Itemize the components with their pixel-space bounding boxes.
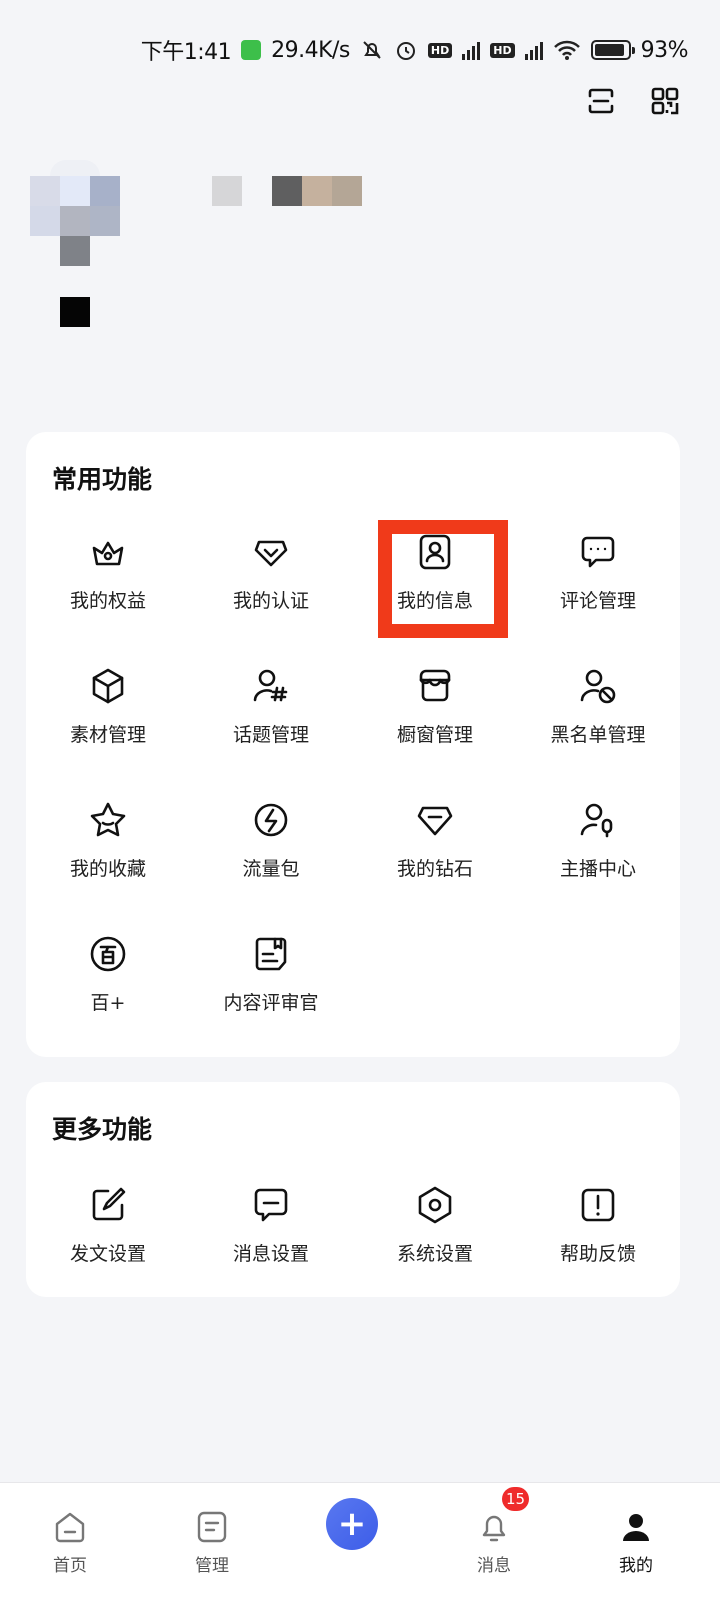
status-bar: 下午1:41 29.4K/s HD HD 93% bbox=[0, 30, 720, 70]
function-label: 我的权益 bbox=[69, 590, 146, 612]
hd-badge: HD bbox=[427, 42, 453, 58]
function-label: 我的信息 bbox=[396, 590, 473, 612]
profile-header[interactable] bbox=[30, 160, 690, 360]
bell-icon bbox=[482, 1515, 506, 1542]
top-actions bbox=[586, 86, 680, 116]
function-label: 我的收藏 bbox=[69, 858, 146, 880]
bai-plus-icon bbox=[90, 936, 126, 972]
function-label: 帮助反馈 bbox=[559, 1243, 636, 1265]
qr-code-icon[interactable] bbox=[650, 86, 680, 116]
nav-messages-label: 消息 bbox=[477, 1556, 511, 1576]
star-icon bbox=[90, 802, 126, 837]
function-bai-plus[interactable]: 百+ bbox=[26, 934, 190, 1044]
function-id-card[interactable]: 我的信息 bbox=[353, 532, 517, 642]
user-mic-icon bbox=[580, 803, 613, 838]
function-message[interactable]: 消息设置 bbox=[189, 1185, 353, 1295]
nav-home[interactable]: 首页 bbox=[20, 1483, 120, 1576]
nav-home-label: 首页 bbox=[53, 1556, 87, 1576]
message-icon bbox=[254, 1188, 288, 1222]
signal-icon bbox=[462, 40, 481, 60]
function-label: 我的认证 bbox=[232, 590, 309, 612]
comment-icon bbox=[581, 536, 615, 568]
signal-icon-2 bbox=[524, 40, 543, 60]
function-label: 流量包 bbox=[242, 858, 300, 880]
function-label: 评论管理 bbox=[559, 590, 636, 612]
bell-muted-icon bbox=[363, 41, 381, 59]
more-functions-card: 更多功能 发文设置 消息设置 系统设置 帮助反馈 bbox=[26, 1082, 680, 1297]
id-card-icon bbox=[419, 534, 451, 570]
diamond-icon bbox=[417, 806, 453, 836]
lightning-icon bbox=[254, 803, 288, 837]
function-label: 素材管理 bbox=[69, 724, 146, 746]
function-edit[interactable]: 发文设置 bbox=[26, 1185, 190, 1295]
function-label: 发文设置 bbox=[69, 1243, 146, 1265]
function-shield-check[interactable]: 我的认证 bbox=[189, 532, 353, 642]
function-star[interactable]: 我的收藏 bbox=[26, 800, 190, 910]
manage-icon bbox=[197, 1511, 227, 1543]
function-label: 系统设置 bbox=[396, 1243, 473, 1265]
crown-icon bbox=[92, 541, 124, 566]
nav-mine[interactable]: 我的 bbox=[586, 1483, 686, 1576]
wifi-icon bbox=[553, 40, 580, 60]
function-comment[interactable]: 评论管理 bbox=[516, 532, 680, 642]
nav-mine-label: 我的 bbox=[619, 1556, 653, 1576]
function-hexagon-settings[interactable]: 系统设置 bbox=[353, 1185, 517, 1295]
common-functions-title: 常用功能 bbox=[52, 465, 153, 494]
function-exclamation[interactable]: 帮助反馈 bbox=[516, 1185, 680, 1295]
function-label: 话题管理 bbox=[232, 724, 309, 746]
function-label: 黑名单管理 bbox=[550, 724, 646, 746]
function-crown[interactable]: 我的权益 bbox=[26, 532, 190, 642]
function-store[interactable]: 橱窗管理 bbox=[353, 666, 517, 776]
battery-percent: 93% bbox=[640, 37, 689, 63]
function-user-block[interactable]: 黑名单管理 bbox=[516, 666, 680, 776]
function-label: 橱窗管理 bbox=[396, 724, 473, 746]
messages-badge: 15 bbox=[502, 1487, 530, 1511]
cube-icon bbox=[92, 668, 124, 704]
function-user-hashtag[interactable]: 话题管理 bbox=[189, 666, 353, 776]
hd-badge-2: HD bbox=[490, 42, 515, 58]
function-label: 百+ bbox=[90, 992, 126, 1014]
shield-check-icon bbox=[254, 540, 288, 567]
alarm-icon bbox=[396, 42, 415, 60]
document-icon bbox=[255, 937, 287, 971]
status-time: 下午1:41 bbox=[140, 40, 232, 65]
bottom-nav: 首页 管理 + 消息 15 我的 bbox=[0, 1482, 720, 1600]
nav-messages[interactable]: 消息 bbox=[444, 1483, 544, 1576]
more-functions-title: 更多功能 bbox=[52, 1115, 153, 1144]
function-label: 内容评审官 bbox=[223, 992, 319, 1014]
user-icon bbox=[623, 1514, 649, 1541]
function-diamond[interactable]: 我的钻石 bbox=[353, 800, 517, 910]
nav-manage[interactable]: 管理 bbox=[162, 1483, 262, 1576]
store-icon bbox=[419, 669, 451, 702]
level-badge-blurred bbox=[60, 297, 90, 327]
function-label: 我的钻石 bbox=[396, 858, 473, 880]
function-label: 主播中心 bbox=[559, 858, 636, 880]
scan-icon[interactable] bbox=[586, 86, 616, 116]
user-hashtag-icon bbox=[253, 669, 288, 702]
function-document[interactable]: 内容评审官 bbox=[189, 934, 353, 1044]
home-icon bbox=[55, 1512, 85, 1543]
hexagon-settings-icon bbox=[418, 1186, 452, 1224]
app-notification-icon bbox=[241, 40, 262, 60]
nav-manage-label: 管理 bbox=[195, 1556, 229, 1576]
network-speed: 29.4K/s bbox=[271, 37, 350, 63]
function-lightning[interactable]: 流量包 bbox=[189, 800, 353, 910]
function-user-mic[interactable]: 主播中心 bbox=[516, 800, 680, 910]
function-cube[interactable]: 素材管理 bbox=[26, 666, 190, 776]
user-block-icon bbox=[580, 669, 616, 704]
add-button[interactable]: + bbox=[326, 1498, 378, 1550]
edit-icon bbox=[92, 1187, 126, 1221]
function-label: 消息设置 bbox=[232, 1243, 309, 1265]
common-functions-card: 常用功能 我的权益 我的认证 我的信息 评论管理素材管理 话题管理 橱窗管理 黑名单管理我的… bbox=[26, 432, 680, 1057]
exclamation-icon bbox=[581, 1188, 615, 1222]
battery-icon bbox=[590, 40, 635, 60]
